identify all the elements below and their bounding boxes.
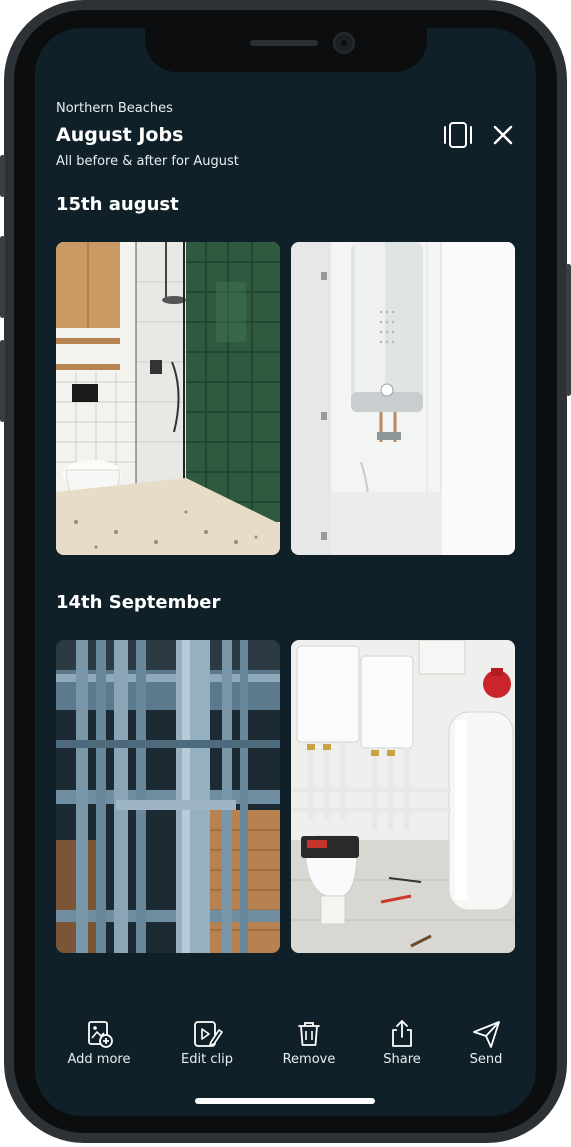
- remove-button[interactable]: Remove: [259, 1018, 359, 1078]
- boiler-room-photo[interactable]: [291, 640, 515, 953]
- shower-bathroom-photo[interactable]: [56, 242, 280, 555]
- send-icon: [470, 1018, 502, 1050]
- send-button[interactable]: Send: [436, 1018, 536, 1078]
- section-title-14th-september: 14th September: [56, 592, 221, 613]
- location-label: Northern Beaches: [56, 101, 173, 116]
- water-heater-photo[interactable]: [291, 242, 515, 555]
- send-label: Send: [469, 1052, 503, 1067]
- app-screen: Northern Beaches August Jobs All before …: [35, 28, 536, 1116]
- pipes-photo[interactable]: [56, 640, 280, 953]
- page-subtitle: All before & after for August: [56, 154, 239, 169]
- side-button-mute: [0, 155, 5, 197]
- section-title-15th-august: 15th august: [56, 194, 179, 215]
- edit-clip-label: Edit clip: [181, 1052, 233, 1067]
- share-icon: [386, 1018, 418, 1050]
- side-button-volume-down: [0, 340, 5, 422]
- notch: [145, 28, 427, 72]
- add-more-label: Add more: [67, 1052, 131, 1067]
- side-button-power: [566, 264, 571, 396]
- add-more-button[interactable]: Add more: [49, 1018, 149, 1078]
- remove-label: Remove: [282, 1052, 336, 1067]
- edit-clip-icon: [191, 1018, 223, 1050]
- speaker-grille: [250, 40, 318, 46]
- edit-clip-button[interactable]: Edit clip: [157, 1018, 257, 1078]
- bottom-toolbar: Add more Edit clip Remove Share Send: [35, 1018, 536, 1078]
- close-icon[interactable]: [491, 123, 515, 147]
- front-camera: [333, 32, 355, 54]
- add-image-icon: [83, 1018, 115, 1050]
- side-button-volume-up: [0, 236, 5, 318]
- home-indicator[interactable]: [195, 1098, 375, 1104]
- vibrate-icon[interactable]: [441, 121, 475, 149]
- page-title: August Jobs: [56, 124, 184, 146]
- trash-icon: [293, 1018, 325, 1050]
